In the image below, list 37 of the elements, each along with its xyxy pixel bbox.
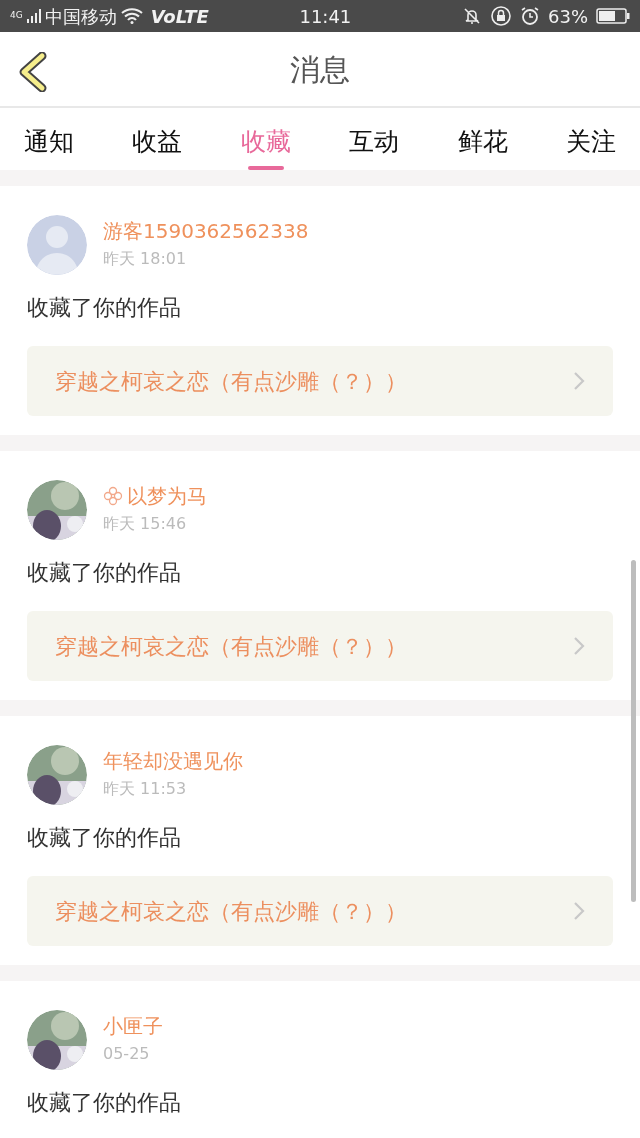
tab[interactable]: 通知 — [10, 116, 88, 170]
wifi-icon — [120, 8, 143, 24]
flower-icon — [103, 486, 123, 506]
tab[interactable]: 鲜花 — [443, 116, 522, 170]
user-name[interactable]: 游客1590362562338 — [103, 219, 309, 243]
user-name[interactable]: 小匣子 — [103, 1014, 163, 1038]
tab[interactable]: 关注 — [551, 116, 630, 170]
back-icon[interactable] — [18, 52, 48, 92]
battery-percent: 63% — [548, 4, 588, 29]
chevron-icon — [573, 901, 585, 921]
message-time: 05-25 — [103, 1043, 151, 1065]
network-type: 4G — [10, 8, 23, 22]
message-time: 昨天 18:01 — [103, 248, 188, 270]
user-name[interactable]: 年轻却没遇见你 — [103, 749, 243, 773]
tab[interactable]: 互动 — [335, 116, 414, 170]
message-time: 昨天 11:53 — [103, 778, 188, 800]
message-text: 收藏了你的作品 — [27, 559, 182, 587]
chevron-icon — [573, 636, 585, 656]
work-link[interactable]: 穿越之柯哀之恋（有点沙雕（？）） — [27, 611, 613, 681]
message-time: 昨天 15:46 — [103, 513, 188, 535]
message-text: 收藏了你的作品 — [27, 294, 182, 322]
signal-icon — [26, 9, 41, 23]
chevron-icon — [573, 371, 585, 391]
work-link[interactable]: 穿越之柯哀之恋（有点沙雕（？）） — [27, 876, 613, 946]
work-link[interactable]: 穿越之柯哀之恋（有点沙雕（？）） — [27, 346, 613, 416]
rotation-lock-icon — [490, 5, 512, 27]
message-text: 收藏了你的作品 — [27, 1089, 182, 1117]
user-name[interactable]: 以梦为马 — [127, 484, 207, 508]
volte-label: VoLTE — [150, 4, 209, 29]
page-title: 消息 — [290, 50, 350, 89]
tab[interactable]: 收益 — [118, 116, 197, 170]
alarm-icon — [520, 6, 540, 26]
carrier-name: 中国移动 — [44, 4, 117, 29]
battery-icon — [596, 8, 630, 24]
mute-icon — [462, 6, 482, 26]
tab[interactable]: 收藏 — [226, 116, 305, 170]
message-text: 收藏了你的作品 — [27, 824, 182, 852]
